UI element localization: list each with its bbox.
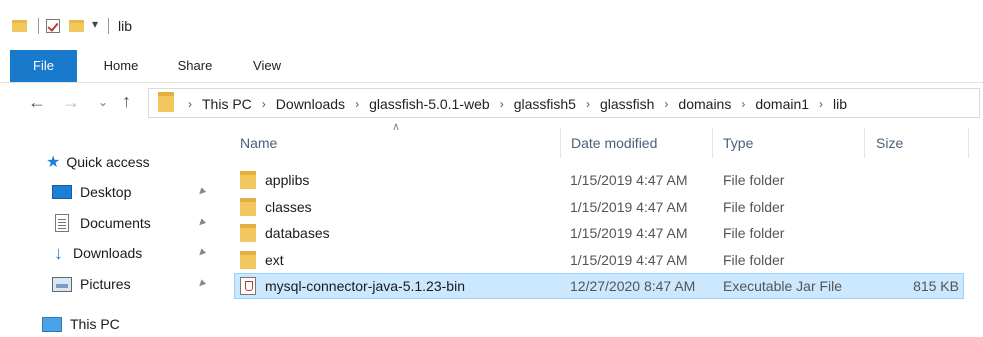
ribbon: File Home Share View (0, 50, 983, 83)
forward-arrow-icon[interactable]: → (62, 93, 80, 111)
breadcrumb: › This PC › Downloads › glassfish-5.0.1-… (182, 95, 851, 113)
folder-icon (240, 251, 256, 269)
window-title: lib (118, 18, 133, 34)
file-name: applibs (265, 172, 310, 188)
folder-icon (12, 20, 27, 32)
file-type: File folder (723, 225, 785, 241)
breadcrumb-item[interactable]: lib (829, 96, 851, 112)
chevron-right-icon[interactable]: › (658, 97, 674, 111)
chevron-right-icon[interactable]: › (256, 97, 272, 111)
folder-icon (158, 92, 174, 112)
breadcrumb-item[interactable]: domain1 (751, 96, 813, 112)
chevron-right-icon[interactable]: › (813, 97, 829, 111)
pin-icon: ▼ (193, 214, 210, 232)
this-pc-icon (42, 316, 62, 332)
up-arrow-icon[interactable]: ↑ (122, 92, 131, 110)
date-modified: 1/15/2019 4:47 AM (570, 225, 688, 241)
pin-icon: ▼ (193, 244, 210, 262)
tab-home[interactable]: Home (92, 50, 150, 82)
date-modified: 12/27/2020 8:47 AM (570, 278, 696, 294)
file-type: Executable Jar File (723, 278, 843, 294)
back-arrow-icon[interactable]: ← (28, 93, 46, 111)
title-bar: ▾ lib (0, 0, 983, 46)
column-divider[interactable] (968, 128, 969, 158)
breadcrumb-item[interactable]: This PC (198, 96, 256, 112)
pictures-icon (52, 276, 72, 292)
file-type: File folder (723, 252, 785, 268)
date-modified: 1/15/2019 4:47 AM (570, 199, 688, 215)
table-row-selected[interactable]: mysql-connector-java-5.1.23-bin 12/27/20… (234, 273, 964, 299)
sidebar-item-documents[interactable]: Documents ▼ (55, 211, 212, 235)
column-divider[interactable] (712, 128, 713, 158)
folder-icon (240, 224, 256, 242)
column-header-type[interactable]: Type (723, 128, 853, 158)
sidebar-item-label: Downloads (73, 245, 143, 261)
file-name: mysql-connector-java-5.1.23-bin (265, 278, 465, 294)
table-row[interactable]: applibs 1/15/2019 4:47 AM File folder (234, 167, 964, 193)
sidebar-item-this-pc[interactable]: This PC (42, 312, 120, 336)
sidebar-item-desktop[interactable]: Desktop ▼ (52, 180, 212, 204)
documents-icon (55, 214, 69, 232)
file-name: databases (265, 225, 330, 241)
column-divider[interactable] (864, 128, 865, 158)
breadcrumb-item[interactable]: glassfish5 (510, 96, 580, 112)
file-size: 815 KB (913, 278, 959, 294)
downloads-icon: ↓ (54, 243, 63, 263)
breadcrumb-item[interactable]: Downloads (272, 96, 349, 112)
file-type: File folder (723, 199, 785, 215)
sidebar-item-downloads[interactable]: ↓ Downloads ▼ (54, 241, 212, 265)
folder-icon (240, 198, 256, 216)
breadcrumb-item[interactable]: glassfish-5.0.1-web (365, 96, 494, 112)
chevron-right-icon[interactable]: › (182, 97, 198, 111)
pin-icon: ▼ (193, 275, 210, 293)
sidebar-item-label: Documents (80, 215, 151, 231)
chevron-right-icon[interactable]: › (735, 97, 751, 111)
tab-file[interactable]: File (10, 50, 77, 82)
star-icon: ★ (46, 154, 61, 171)
toolbar-separator (108, 18, 109, 34)
sidebar-item-label: This PC (70, 316, 120, 332)
tab-view[interactable]: View (238, 50, 296, 82)
folder-icon (240, 171, 256, 189)
date-modified: 1/15/2019 4:47 AM (570, 252, 688, 268)
breadcrumb-item[interactable]: glassfish (596, 96, 658, 112)
quick-access-label: Quick access (66, 154, 150, 170)
navigation-pane: ★ Quick access Desktop ▼ Documents ▼ ↓ D… (0, 122, 228, 337)
column-header-date[interactable]: Date modified (571, 128, 711, 158)
date-modified: 1/15/2019 4:47 AM (570, 172, 688, 188)
column-divider[interactable] (560, 128, 561, 158)
toolbar-separator (38, 18, 39, 34)
customize-toolbar-icon[interactable]: ▾ (92, 17, 98, 31)
file-name: ext (265, 252, 284, 268)
breadcrumb-item[interactable]: domains (674, 96, 735, 112)
desktop-icon (52, 185, 72, 199)
recent-locations-icon[interactable]: ⌄ (98, 96, 108, 108)
new-folder-icon[interactable] (69, 20, 84, 32)
sidebar-item-pictures[interactable]: Pictures ▼ (52, 272, 212, 296)
sidebar-item-label: Pictures (80, 276, 131, 292)
chevron-right-icon[interactable]: › (494, 97, 510, 111)
column-header-size[interactable]: Size (876, 128, 956, 158)
table-row[interactable]: databases 1/15/2019 4:47 AM File folder (234, 220, 964, 246)
file-type: File folder (723, 172, 785, 188)
column-header-name[interactable]: Name (240, 128, 550, 158)
table-row[interactable]: classes 1/15/2019 4:47 AM File folder (234, 194, 964, 220)
quick-access[interactable]: ★ Quick access (46, 150, 150, 174)
file-name: classes (265, 199, 312, 215)
chevron-right-icon[interactable]: › (349, 97, 365, 111)
jar-file-icon (240, 277, 256, 295)
table-row[interactable]: ext 1/15/2019 4:47 AM File folder (234, 247, 964, 273)
pin-icon: ▼ (193, 183, 210, 201)
tab-share[interactable]: Share (166, 50, 224, 82)
properties-icon[interactable] (46, 19, 60, 33)
sidebar-item-label: Desktop (80, 184, 132, 200)
chevron-right-icon[interactable]: › (580, 97, 596, 111)
